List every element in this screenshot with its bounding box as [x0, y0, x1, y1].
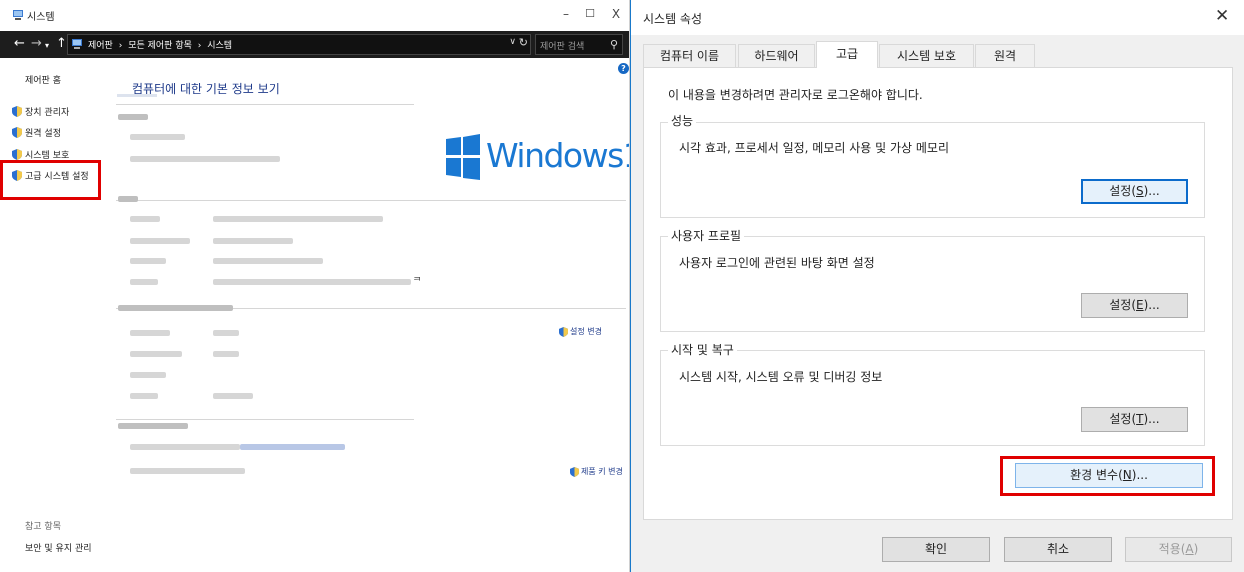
button-text: 설정( — [1109, 184, 1136, 198]
close-button[interactable]: X — [604, 4, 628, 24]
security-maintenance-link[interactable]: 보안 및 유지 관리 — [25, 541, 92, 554]
up-arrow-icon[interactable]: ↑ — [56, 35, 67, 53]
access-key: S — [1136, 184, 1144, 198]
stray-glyph: ᄏ — [413, 277, 422, 287]
tab-hardware[interactable]: 하드웨어 — [738, 44, 815, 67]
user-profiles-group-label: 사용자 프로필 — [668, 227, 745, 244]
user-profiles-settings-button[interactable]: 설정(E)... — [1081, 293, 1188, 318]
performance-description: 시각 효과, 프로세서 일정, 메모리 사용 및 가상 메모리 — [679, 141, 949, 155]
admin-notice: 이 내용을 변경하려면 관리자로 로그온해야 합니다. — [668, 88, 923, 102]
see-also-heading: 참고 항목 — [25, 522, 61, 532]
tab-advanced[interactable]: 고급 — [816, 41, 878, 68]
breadcrumb-all-items[interactable]: 모든 제어판 항목 — [128, 41, 192, 51]
highlight-box — [0, 160, 101, 200]
computer-icon — [72, 39, 82, 49]
breadcrumb-control-panel[interactable]: 제어판 — [88, 41, 113, 51]
nav-remote-settings[interactable]: 원격 설정 — [12, 124, 61, 140]
system-window-title: 시스템 — [27, 12, 55, 23]
search-icon[interactable]: ⚲ — [610, 38, 618, 51]
button-text: 환경 변수( — [1070, 468, 1123, 482]
heading-underline — [117, 94, 157, 97]
button-text: 설정( — [1109, 412, 1137, 426]
button-text-tail: )... — [1143, 184, 1160, 198]
minimize-button[interactable]: – — [554, 4, 578, 24]
maximize-button[interactable]: ☐ — [578, 4, 602, 24]
forward-arrow-icon[interactable]: → — [31, 35, 42, 53]
ok-button[interactable]: 확인 — [882, 537, 990, 562]
shield-icon — [559, 326, 568, 337]
system-properties-dialog: 시스템 속성 ✕ 컴퓨터 이름 하드웨어 고급 시스템 보호 원격 이 내용을 … — [630, 0, 1244, 572]
tab-system-protection[interactable]: 시스템 보호 — [879, 44, 974, 67]
refresh-icon[interactable]: ↻ — [519, 36, 528, 49]
dialog-titlebar: 시스템 속성 ✕ — [631, 0, 1244, 35]
tab-remote[interactable]: 원격 — [975, 44, 1035, 67]
access-key: A — [1185, 542, 1194, 556]
apply-button[interactable]: 적용(A) — [1125, 537, 1232, 562]
performance-group-label: 성능 — [668, 112, 697, 129]
nav-device-manager[interactable]: 장치 관리자 — [12, 103, 69, 119]
button-text: 적용( — [1158, 542, 1186, 556]
button-text-tail: )... — [1143, 298, 1160, 312]
help-icon[interactable]: ? — [618, 63, 629, 74]
search-input[interactable]: 제어판 검색 ⚲ — [535, 34, 623, 55]
access-key: E — [1136, 298, 1144, 312]
button-text: 설정( — [1109, 298, 1137, 312]
nav-system-protection-label: 시스템 보호 — [25, 150, 70, 161]
performance-settings-button[interactable]: 설정(S)... — [1081, 179, 1188, 204]
close-icon[interactable]: ✕ — [1215, 6, 1229, 26]
cancel-button[interactable]: 취소 — [1004, 537, 1112, 562]
system-titlebar: 시스템 – ☐ X — [0, 0, 629, 31]
button-text-tail: )... — [1143, 412, 1160, 426]
change-settings-label: 설정 변경 — [570, 327, 602, 336]
address-field[interactable]: 제어판 › 모든 제어판 항목 › 시스템 ∨ ↻ — [67, 34, 531, 55]
breadcrumb: 제어판 › 모든 제어판 항목 › 시스템 — [88, 38, 235, 51]
computer-icon — [13, 10, 23, 20]
shield-icon — [12, 148, 22, 160]
breadcrumb-separator: › — [197, 41, 202, 51]
search-placeholder: 제어판 검색 — [540, 42, 585, 52]
change-product-key-label: 제품 키 변경 — [581, 467, 623, 476]
system-window: 시스템 – ☐ X ← → ▾ ↑ 제어판 › 모든 제어판 항목 › 시스템 … — [0, 0, 630, 572]
chevron-down-icon[interactable]: ∨ — [509, 37, 516, 47]
button-text-tail: )... — [1131, 468, 1148, 482]
tab-computer-name[interactable]: 컴퓨터 이름 — [643, 44, 736, 67]
startup-recovery-group-label: 시작 및 복구 — [668, 341, 737, 358]
breadcrumb-separator: › — [118, 41, 123, 51]
access-key: N — [1122, 468, 1132, 482]
nav-device-manager-label: 장치 관리자 — [25, 107, 70, 118]
control-panel-home-link[interactable]: 제어판 홈 — [25, 73, 61, 86]
change-settings-link[interactable]: 설정 변경 — [559, 326, 602, 337]
shield-icon — [12, 105, 22, 117]
address-bar: ← → ▾ ↑ 제어판 › 모든 제어판 항목 › 시스템 ∨ ↻ 제어판 검색… — [0, 31, 629, 58]
recent-locations-icon[interactable]: ▾ — [45, 37, 49, 55]
shield-icon — [12, 126, 22, 138]
nav-remote-settings-label: 원격 설정 — [25, 128, 61, 139]
back-arrow-icon[interactable]: ← — [14, 35, 25, 53]
windows-logo-icon — [446, 134, 480, 180]
change-product-key-link[interactable]: 제품 키 변경 — [570, 466, 623, 477]
user-profiles-description: 사용자 로그인에 관련된 바탕 화면 설정 — [679, 256, 875, 270]
shield-icon — [570, 466, 579, 477]
left-navigation: 제어판 홈 장치 관리자 원격 설정 시스템 보호 고급 시스템 설정 참고 항… — [0, 58, 112, 572]
startup-recovery-settings-button[interactable]: 설정(T)... — [1081, 407, 1188, 432]
button-text-tail: ) — [1193, 542, 1199, 556]
startup-recovery-description: 시스템 시작, 시스템 오류 및 디버깅 정보 — [679, 370, 883, 384]
breadcrumb-system[interactable]: 시스템 — [207, 41, 232, 51]
dialog-title: 시스템 속성 — [643, 12, 703, 26]
environment-variables-button[interactable]: 환경 변수(N)... — [1015, 463, 1203, 488]
windows-logo-text: Windows10 — [486, 136, 629, 175]
